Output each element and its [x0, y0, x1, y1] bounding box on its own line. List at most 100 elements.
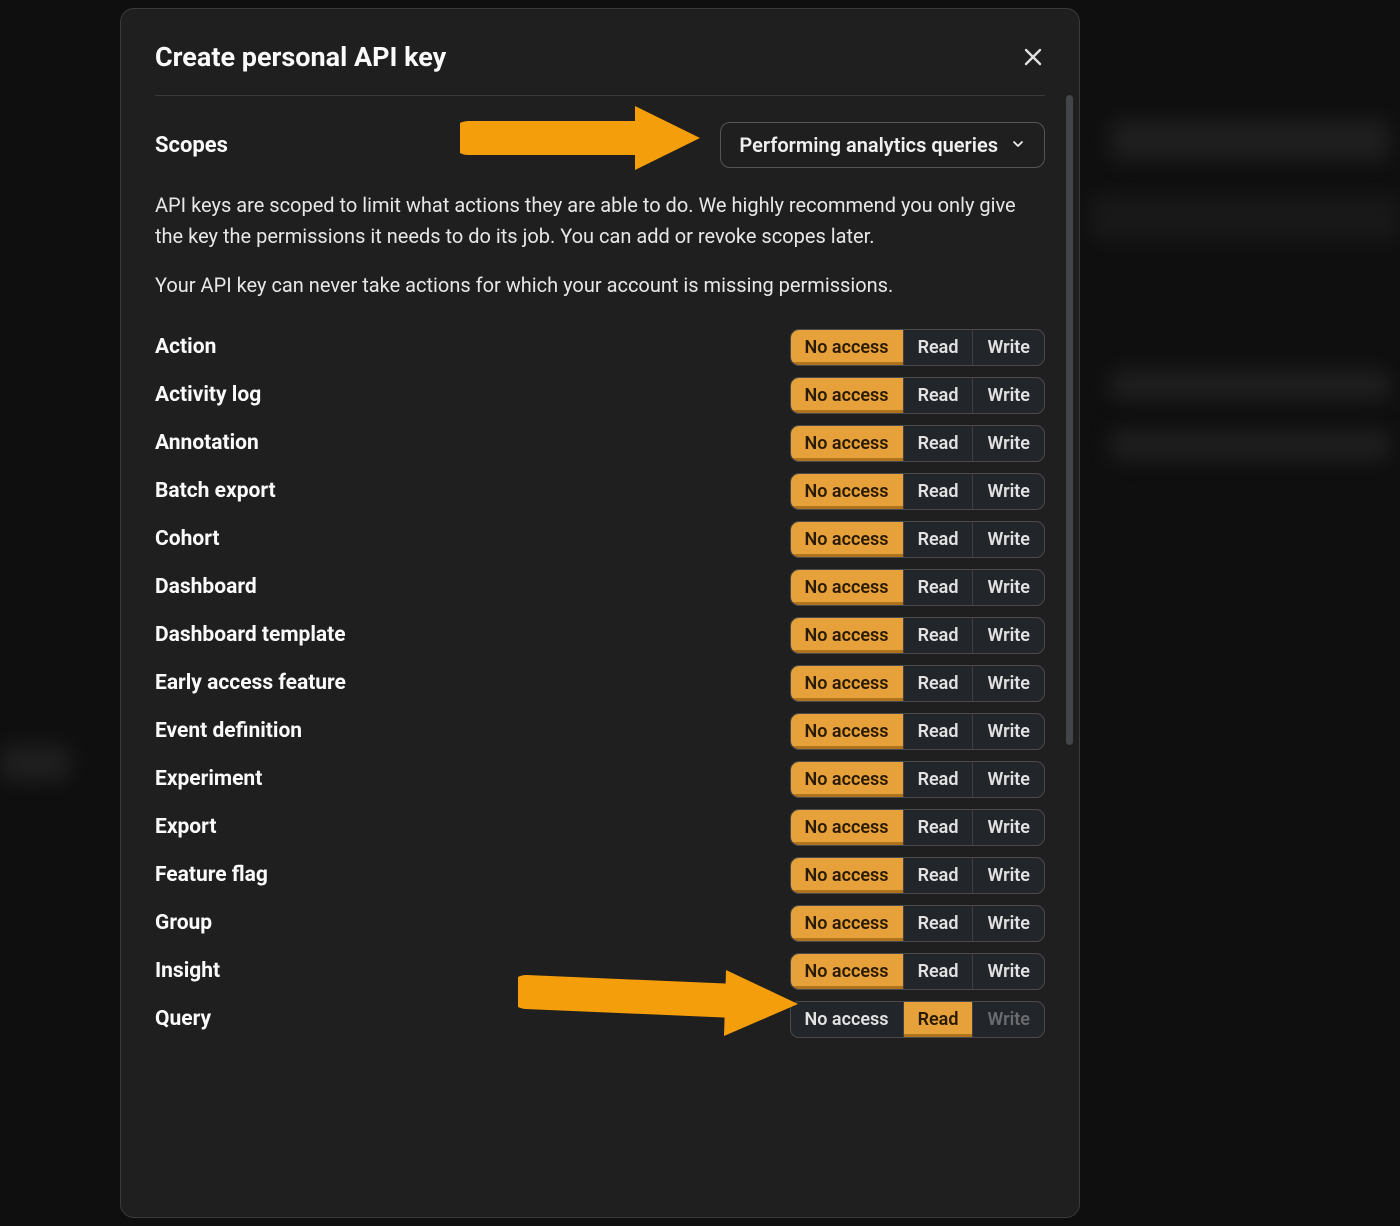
permission-option-none[interactable]: No access — [791, 954, 904, 989]
scope-name: Cohort — [155, 527, 220, 551]
chevron-down-icon — [1010, 133, 1026, 157]
scrollbar[interactable] — [1066, 95, 1073, 745]
permission-segmented-control: No accessReadWrite — [790, 329, 1045, 366]
scope-row: Experiment No accessReadWrite — [155, 755, 1045, 803]
scope-name: Experiment — [155, 767, 262, 791]
scope-name: Activity log — [155, 383, 261, 407]
scope-name: Action — [155, 335, 216, 359]
scope-row: Annotation No accessReadWrite — [155, 419, 1045, 467]
permission-option-read[interactable]: Read — [904, 330, 974, 365]
permission-option-write[interactable]: Write — [973, 474, 1044, 509]
permission-option-write[interactable]: Write — [973, 570, 1044, 605]
permission-option-read[interactable]: Read — [904, 618, 974, 653]
permission-option-none[interactable]: No access — [791, 1002, 904, 1037]
permission-segmented-control: No accessReadWrite — [790, 953, 1045, 990]
scope-name: Dashboard template — [155, 623, 346, 647]
permission-option-none[interactable]: No access — [791, 618, 904, 653]
permission-option-write[interactable]: Write — [973, 714, 1044, 749]
scope-row: Feature flag No accessReadWrite — [155, 851, 1045, 899]
modal-title: Create personal API key — [155, 41, 446, 73]
scope-preset-select[interactable]: Performing analytics queries — [720, 122, 1045, 168]
permission-option-none[interactable]: No access — [791, 474, 904, 509]
permission-option-write[interactable]: Write — [973, 858, 1044, 893]
scope-preset-label: Performing analytics queries — [739, 133, 998, 157]
permission-segmented-control: No accessReadWrite — [790, 377, 1045, 414]
permission-option-read[interactable]: Read — [904, 714, 974, 749]
permission-option-write[interactable]: Write — [973, 330, 1044, 365]
permission-option-none[interactable]: No access — [791, 426, 904, 461]
scope-name: Event definition — [155, 719, 302, 743]
scopes-heading: Scopes — [155, 133, 228, 158]
scope-row: Batch export No accessReadWrite — [155, 467, 1045, 515]
permission-option-read[interactable]: Read — [904, 378, 974, 413]
permission-option-none[interactable]: No access — [791, 330, 904, 365]
scope-name: Early access feature — [155, 671, 346, 695]
scope-permission-list: ActionNo accessReadWriteActivity logNo a… — [155, 323, 1045, 1043]
permission-option-read[interactable]: Read — [904, 906, 974, 941]
permission-segmented-control: No accessReadWrite — [790, 521, 1045, 558]
permission-option-write[interactable]: Write — [973, 762, 1044, 797]
permission-option-none[interactable]: No access — [791, 762, 904, 797]
permission-option-write[interactable]: Write — [973, 906, 1044, 941]
create-api-key-modal: Create personal API key Scopes Performin… — [120, 8, 1080, 1218]
scope-row: Event definition No accessReadWrite — [155, 707, 1045, 755]
permission-segmented-control: No accessReadWrite — [790, 425, 1045, 462]
permission-segmented-control: No accessReadWrite — [790, 473, 1045, 510]
permission-option-read[interactable]: Read — [904, 522, 974, 557]
scope-row: Dashboard template No accessReadWrite — [155, 611, 1045, 659]
permission-option-read[interactable]: Read — [904, 426, 974, 461]
permission-option-write[interactable]: Write — [973, 810, 1044, 845]
permission-segmented-control: No accessReadWrite — [790, 857, 1045, 894]
scope-row: Export No accessReadWrite — [155, 803, 1045, 851]
scope-name: Batch export — [155, 479, 276, 503]
permission-option-none[interactable]: No access — [791, 570, 904, 605]
permission-option-write: Write — [973, 1002, 1044, 1037]
permission-option-write[interactable]: Write — [973, 666, 1044, 701]
permission-option-read[interactable]: Read — [904, 570, 974, 605]
scope-name: Dashboard — [155, 575, 257, 599]
permission-option-none[interactable]: No access — [791, 666, 904, 701]
permission-option-read[interactable]: Read — [904, 1002, 974, 1037]
permission-option-none[interactable]: No access — [791, 714, 904, 749]
permission-option-read[interactable]: Read — [904, 954, 974, 989]
permission-segmented-control: No accessReadWrite — [790, 665, 1045, 702]
permission-segmented-control: No accessReadWrite — [790, 713, 1045, 750]
scope-name: Group — [155, 911, 212, 935]
permission-option-write[interactable]: Write — [973, 426, 1044, 461]
scope-row: Group No accessReadWrite — [155, 899, 1045, 947]
scope-row: Dashboard No accessReadWrite — [155, 563, 1045, 611]
permission-option-write[interactable]: Write — [973, 618, 1044, 653]
scope-row: Insight No accessReadWrite — [155, 947, 1045, 995]
permission-segmented-control: No accessReadWrite — [790, 569, 1045, 606]
permission-option-none[interactable]: No access — [791, 810, 904, 845]
permission-option-none[interactable]: No access — [791, 858, 904, 893]
permission-option-read[interactable]: Read — [904, 762, 974, 797]
permission-segmented-control: No accessReadWrite — [790, 809, 1045, 846]
permission-segmented-control: No accessReadWrite — [790, 905, 1045, 942]
scope-name: Insight — [155, 959, 220, 983]
close-icon[interactable] — [1021, 45, 1045, 69]
scope-name: Query — [155, 1007, 211, 1031]
permission-option-write[interactable]: Write — [973, 378, 1044, 413]
permission-option-none[interactable]: No access — [791, 522, 904, 557]
scope-description-1: API keys are scoped to limit what action… — [155, 190, 1045, 252]
permission-option-write[interactable]: Write — [973, 954, 1044, 989]
scope-row: Query No accessReadWrite — [155, 995, 1045, 1043]
scope-row: Action No accessReadWrite — [155, 323, 1045, 371]
permission-segmented-control: No accessReadWrite — [790, 1001, 1045, 1038]
permission-option-read[interactable]: Read — [904, 666, 974, 701]
scope-description-2: Your API key can never take actions for … — [155, 270, 1045, 301]
permission-option-write[interactable]: Write — [973, 522, 1044, 557]
permission-option-none[interactable]: No access — [791, 906, 904, 941]
scope-row: Activity log No accessReadWrite — [155, 371, 1045, 419]
permission-segmented-control: No accessReadWrite — [790, 617, 1045, 654]
scope-name: Feature flag — [155, 863, 268, 887]
scope-name: Export — [155, 815, 216, 839]
permission-option-read[interactable]: Read — [904, 474, 974, 509]
scope-row: Cohort No accessReadWrite — [155, 515, 1045, 563]
permission-option-read[interactable]: Read — [904, 858, 974, 893]
scope-name: Annotation — [155, 431, 259, 455]
permission-option-none[interactable]: No access — [791, 378, 904, 413]
permission-option-read[interactable]: Read — [904, 810, 974, 845]
scope-row: Early access feature No accessReadWrite — [155, 659, 1045, 707]
